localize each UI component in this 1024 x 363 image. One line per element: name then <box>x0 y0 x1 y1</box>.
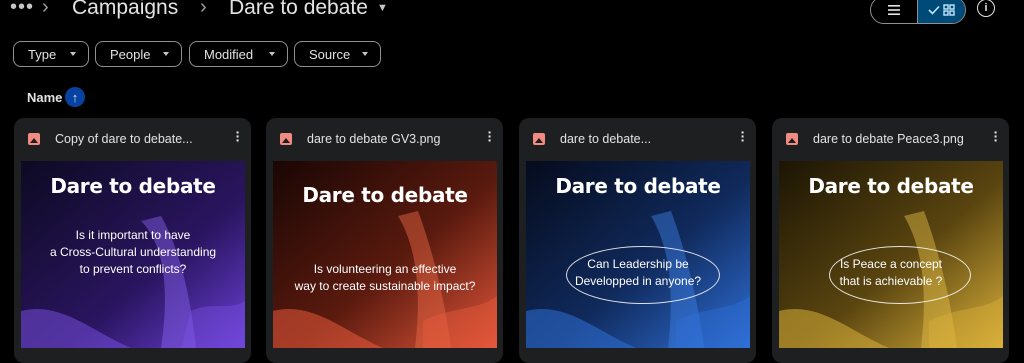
breadcrumb-more-button[interactable]: ••• <box>10 0 34 19</box>
filter-modified-chip[interactable]: Modified <box>189 41 288 67</box>
file-thumbnail[interactable]: Dare to debate Is Peace a concept that i… <box>779 161 1003 348</box>
thumbnail-title: Dare to debate <box>302 183 468 207</box>
file-name: dare to debate GV3.png <box>307 132 441 146</box>
thumbnail-title: Dare to debate <box>808 174 974 198</box>
chip-label: Modified <box>204 46 254 62</box>
file-thumbnail[interactable]: Dare to debate Can Leadership be Develop… <box>526 161 750 348</box>
thumbnail-question: Can Leadership be Developped in anyone? <box>526 256 750 290</box>
file-card[interactable]: dare to debate... · · · Dare to debate Can… <box>519 118 756 363</box>
file-card-header: Copy of dare to debate... · · · <box>14 118 251 158</box>
folder-menu-caret-icon[interactable]: ▼ <box>377 2 388 14</box>
list-view-button[interactable] <box>871 0 918 23</box>
chip-label: People <box>110 46 151 62</box>
file-name: dare to debate... <box>560 132 652 146</box>
dropdown-caret-icon <box>269 52 275 56</box>
image-file-icon <box>786 133 798 145</box>
file-card-header: dare to debate Peace3.png · · · <box>772 118 1009 158</box>
arrow-up-icon[interactable]: ↑ <box>65 87 85 107</box>
more-options-icon[interactable]: · · · <box>738 125 748 147</box>
filter-source-chip[interactable]: Source <box>294 41 381 67</box>
image-file-icon <box>533 133 545 145</box>
more-options-icon[interactable]: · · · <box>233 125 243 147</box>
more-options-icon[interactable]: · · · <box>991 125 1001 147</box>
thumbnail-question: Is it important to have a Cross-Cultural… <box>21 227 245 278</box>
breadcrumb-separator-icon: › <box>42 0 49 18</box>
image-file-icon <box>28 133 40 145</box>
chip-label: Source <box>309 46 351 62</box>
file-card[interactable]: dare to debate Peace3.png · · · Dare to de… <box>772 118 1009 363</box>
thumbnail-question: Is Peace a concept that is achievable ? <box>779 256 1003 290</box>
thumbnail-line: a Cross-Cultural understanding <box>49 245 217 259</box>
dropdown-caret-icon <box>163 52 169 56</box>
grid-icon <box>943 4 955 16</box>
top-bar: ••• › Campaigns › Dare to debate ▼ i <box>0 0 1024 24</box>
thumbnail-line: Can Leadership be <box>587 257 689 271</box>
breadcrumb-separator-icon: › <box>200 0 207 18</box>
thumbnail-line: to prevent conflicts? <box>79 262 187 276</box>
thumbnail-line: way to create sustainable impact? <box>294 279 476 293</box>
list-icon <box>888 5 900 15</box>
file-card[interactable]: Copy of dare to debate... · · · Dare to de… <box>14 118 251 363</box>
check-icon <box>928 5 940 15</box>
thumbnail-line: Developped in anyone? <box>574 274 702 288</box>
thumbnail-line: Is it important to have <box>75 228 191 242</box>
thumbnail-line: Is volunteering an effective <box>313 262 457 276</box>
sort-name-label[interactable]: Name <box>27 90 62 105</box>
breadcrumb-campaigns[interactable]: Campaigns <box>72 0 178 20</box>
view-toggle <box>870 0 966 24</box>
grid-view-button[interactable] <box>918 0 965 23</box>
filter-people-chip[interactable]: People <box>95 41 182 67</box>
more-options-icon[interactable]: · · · <box>485 125 495 147</box>
file-name: Copy of dare to debate... <box>55 132 193 146</box>
info-icon[interactable]: i <box>977 0 995 17</box>
file-card-header: dare to debate GV3.png · · · <box>266 118 503 158</box>
dropdown-caret-icon <box>362 52 368 56</box>
thumbnail-line: that is achievable ? <box>839 274 943 288</box>
thumbnail-title: Dare to debate <box>555 174 721 198</box>
thumbnail-question: Is volunteering an effective way to crea… <box>273 261 497 295</box>
thumbnail-line: Is Peace a concept <box>839 257 943 271</box>
filter-type-chip[interactable]: Type <box>13 41 89 67</box>
file-thumbnail[interactable]: Dare to debate Is volunteering an effect… <box>273 161 497 348</box>
file-card-header: dare to debate... · · · <box>519 118 756 158</box>
file-thumbnail[interactable]: Dare to debate Is it important to have a… <box>21 161 245 348</box>
file-name: dare to debate Peace3.png <box>813 132 964 146</box>
thumbnail-title: Dare to debate <box>50 174 216 198</box>
breadcrumb-current-folder[interactable]: Dare to debate <box>229 0 368 20</box>
chip-label: Type <box>28 46 57 62</box>
dropdown-caret-icon <box>70 52 76 56</box>
file-card[interactable]: dare to debate GV3.png · · · Dare to debat… <box>266 118 503 363</box>
image-file-icon <box>280 133 292 145</box>
